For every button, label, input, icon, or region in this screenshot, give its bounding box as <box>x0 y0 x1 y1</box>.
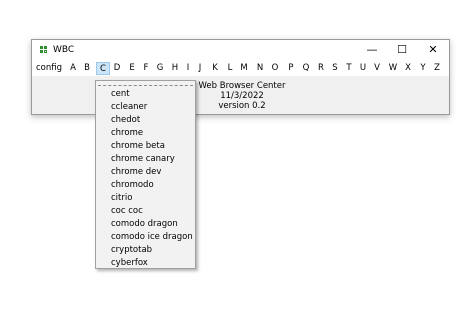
dropdown-item-cyberfox[interactable]: cyberfox <box>111 257 148 269</box>
menu-item-g[interactable]: G <box>155 62 165 75</box>
wbc-window: WBC — ☐ ✕ config A B C D E F G H I J K L… <box>31 39 450 115</box>
menu-item-i[interactable]: I <box>184 62 192 75</box>
menu-item-f[interactable]: F <box>141 62 151 75</box>
menu-item-y[interactable]: Y <box>418 62 428 75</box>
dropdown-item-cent[interactable]: cent <box>111 88 130 100</box>
dropdown-item-chromodo[interactable]: chromodo <box>111 179 154 191</box>
dropdown-item-ccleaner[interactable]: ccleaner <box>111 101 147 113</box>
dropdown-item-comodo-dragon[interactable]: comodo dragon <box>111 218 178 230</box>
menu-item-z[interactable]: Z <box>432 62 442 75</box>
menu-item-l[interactable]: L <box>225 62 235 75</box>
menu-item-w[interactable]: W <box>387 62 399 75</box>
menu-item-n[interactable]: N <box>255 62 265 75</box>
menu-item-q[interactable]: Q <box>301 62 311 75</box>
dropdown-item-chrome-canary[interactable]: chrome canary <box>111 153 175 165</box>
close-button[interactable]: ✕ <box>418 40 448 60</box>
app-icon <box>40 46 47 53</box>
menu-item-s[interactable]: S <box>330 62 340 75</box>
menu-item-v[interactable]: V <box>372 62 382 75</box>
menu-item-o[interactable]: O <box>270 62 280 75</box>
menu-item-b[interactable]: B <box>82 62 92 75</box>
app-name: Web Browser Center <box>198 81 286 91</box>
menu-item-r[interactable]: R <box>316 62 326 75</box>
menu-item-t[interactable]: T <box>344 62 354 75</box>
dropdown-item-chedot[interactable]: chedot <box>111 114 140 126</box>
dropdown-item-coc-coc[interactable]: coc coc <box>111 205 143 217</box>
menu-bar: config A B C D E F G H I J K L M N O P Q… <box>32 60 449 76</box>
release-date: 11/3/2022 <box>220 91 264 101</box>
menu-item-p[interactable]: P <box>286 62 296 75</box>
menu-item-x[interactable]: X <box>403 62 413 75</box>
tear-off-line[interactable] <box>98 85 193 86</box>
dropdown-item-chrome-dev[interactable]: chrome dev <box>111 166 161 178</box>
menu-item-j[interactable]: J <box>195 62 205 75</box>
dropdown-item-citrio[interactable]: citrio <box>111 192 132 204</box>
menu-item-c[interactable]: C <box>96 62 110 75</box>
maximize-button[interactable]: ☐ <box>387 40 417 60</box>
dropdown-item-chrome-beta[interactable]: chrome beta <box>111 140 165 152</box>
menu-item-e[interactable]: E <box>127 62 137 75</box>
menu-item-k[interactable]: K <box>210 62 220 75</box>
window-title: WBC <box>53 45 75 55</box>
dropdown-item-comodo-ice-dragon[interactable]: comodo ice dragon <box>111 231 193 243</box>
dropdown-item-chrome[interactable]: chrome <box>111 127 143 139</box>
title-bar[interactable]: WBC — ☐ ✕ <box>32 40 449 60</box>
menu-item-h[interactable]: H <box>170 62 180 75</box>
menu-item-u[interactable]: U <box>358 62 368 75</box>
menu-item-config[interactable]: config <box>36 62 62 75</box>
menu-item-m[interactable]: M <box>238 62 250 75</box>
menu-item-a[interactable]: A <box>68 62 78 75</box>
version-label: version 0.2 <box>218 101 266 111</box>
dropdown-menu-c: cent ccleaner chedot chrome chrome beta … <box>95 80 196 269</box>
dropdown-item-cryptotab[interactable]: cryptotab <box>111 244 152 256</box>
menu-item-d[interactable]: D <box>112 62 122 75</box>
minimize-button[interactable]: — <box>357 40 387 60</box>
